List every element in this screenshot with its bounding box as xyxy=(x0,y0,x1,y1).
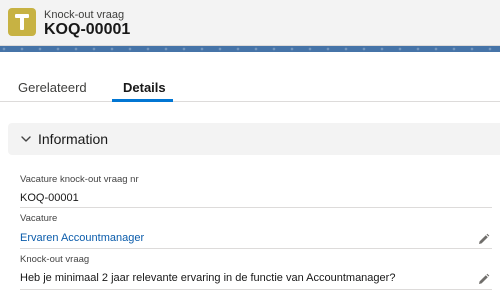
tab-related[interactable]: Gerelateerd xyxy=(18,80,87,95)
section-information-toggle[interactable]: Information xyxy=(8,123,500,155)
object-type-label: Knock-out vraag xyxy=(44,9,125,21)
field-vacancy-knockout-number: Vacature knock-out vraag nr KOQ-00001 xyxy=(20,174,492,208)
detail-card: Gerelateerd Details Information Vacature… xyxy=(0,52,500,290)
question-tag-icon xyxy=(8,8,36,36)
record-header: Knock-out vraag KOQ-00001 xyxy=(0,0,500,46)
field-label: Vacature knock-out vraag nr xyxy=(20,174,139,185)
tab-bar: Gerelateerd Details xyxy=(0,52,500,102)
section-title: Information xyxy=(38,131,109,147)
field-vacancy: Vacature Ervaren Accountmanager xyxy=(20,213,492,249)
vacancy-link[interactable]: Ervaren Accountmanager xyxy=(20,232,144,244)
field-value: KOQ-00001 xyxy=(20,192,79,204)
pencil-icon[interactable] xyxy=(477,233,490,246)
field-label: Knock-out vraag xyxy=(20,254,90,265)
record-title: KOQ-00001 xyxy=(44,21,131,38)
tab-details[interactable]: Details xyxy=(123,80,166,95)
field-knockout-question: Knock-out vraag Heb je minimaal 2 jaar r… xyxy=(20,254,492,290)
pencil-icon[interactable] xyxy=(477,273,490,286)
field-value: Heb je minimaal 2 jaar relevante ervarin… xyxy=(20,272,396,284)
field-label: Vacature xyxy=(20,213,58,224)
active-tab-indicator xyxy=(112,99,173,102)
chevron-down-icon xyxy=(21,136,31,142)
